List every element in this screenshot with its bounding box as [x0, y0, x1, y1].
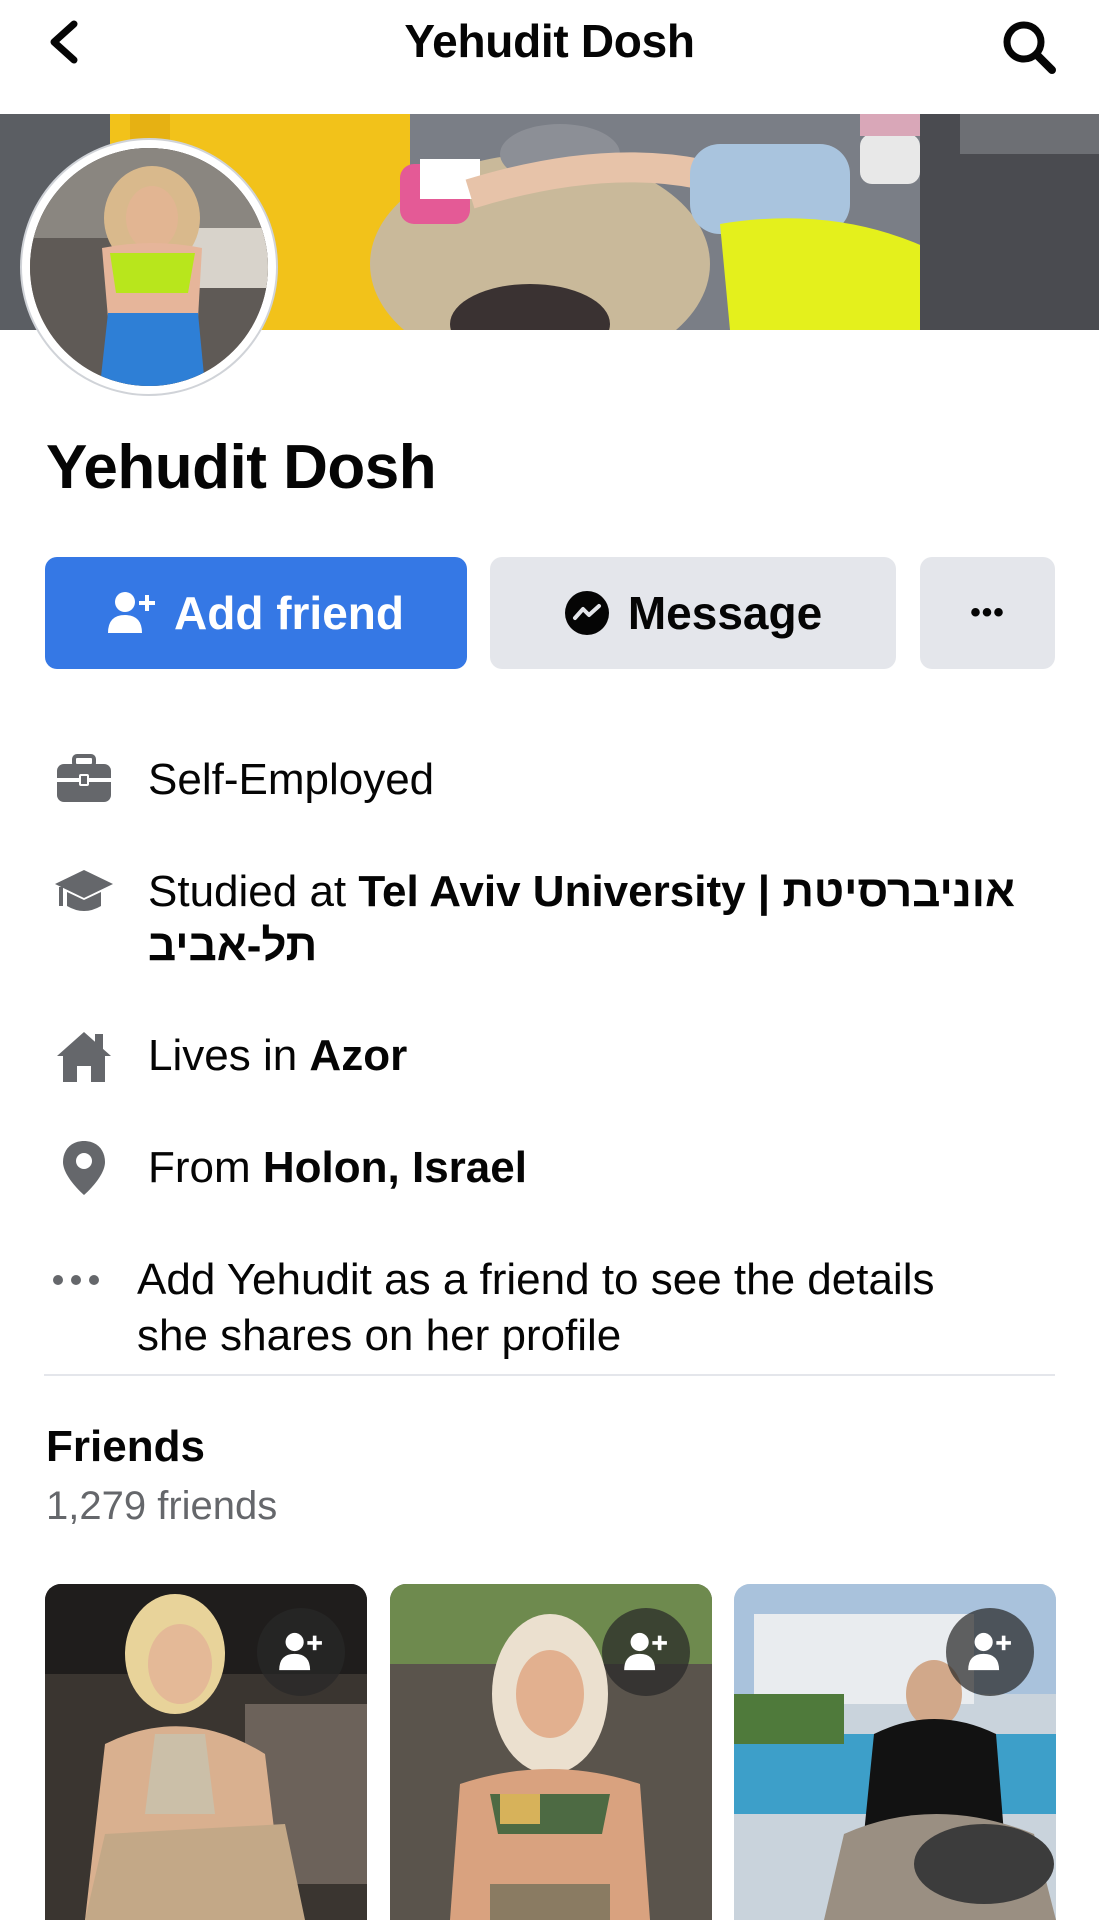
location-pin-icon	[52, 1136, 116, 1200]
add-friend-icon[interactable]	[602, 1608, 690, 1696]
from-prefix: From	[148, 1143, 263, 1192]
lives-prefix: Lives in	[148, 1031, 310, 1080]
work-text: Self-Employed	[148, 755, 435, 804]
message-button[interactable]: Message	[490, 557, 896, 669]
message-label: Message	[627, 587, 823, 639]
from-place-link[interactable]: Holon, Israel	[263, 1143, 527, 1192]
more-dots-icon: •••	[970, 596, 1005, 629]
profile-page: Yehudit Dosh Yehudit Dosh Add friend Mes…	[0, 0, 1099, 1920]
intro-from-row: From Holon, Israel	[0, 1136, 1099, 1200]
friends-section-title: Friends	[46, 1422, 205, 1471]
graduation-cap-icon	[52, 860, 116, 924]
add-friend-button[interactable]: Add friend	[45, 557, 467, 669]
top-navigation-bar: Yehudit Dosh	[0, 0, 1099, 114]
briefcase-icon	[52, 748, 116, 812]
intro-more-row: Add Yehudit as a friend to see the detai…	[0, 1252, 1099, 1364]
education-prefix: Studied at	[148, 867, 359, 916]
more-dots-icon	[44, 1248, 108, 1312]
more-options-button[interactable]: •••	[920, 557, 1055, 669]
add-friend-icon[interactable]	[946, 1608, 1034, 1696]
intro-lives-row: Lives in Azor	[0, 1024, 1099, 1088]
more-info-line2: she shares on her profile	[137, 1311, 622, 1360]
friends-count: 1,279 friends	[46, 1484, 278, 1528]
search-icon[interactable]	[1000, 18, 1058, 76]
add-friend-icon[interactable]	[257, 1608, 345, 1696]
lives-place-link[interactable]: Azor	[309, 1031, 407, 1080]
add-friend-label: Add friend	[174, 587, 404, 639]
friend-tile[interactable]	[45, 1584, 367, 1920]
friend-tile[interactable]	[734, 1584, 1056, 1920]
page-title: Yehudit Dosh	[404, 15, 695, 67]
intro-work-row: Self-Employed	[0, 748, 1099, 812]
more-info-line1: Add Yehudit as a friend to see the detai…	[137, 1255, 935, 1304]
friend-tile[interactable]	[390, 1584, 712, 1920]
add-friend-icon	[108, 591, 156, 635]
home-icon	[52, 1024, 116, 1088]
profile-name: Yehudit Dosh	[46, 433, 437, 502]
education-school-line2[interactable]: תל-אביב	[148, 921, 317, 970]
section-divider	[44, 1374, 1055, 1376]
intro-education-row: Studied at Tel Aviv University | אוניברס…	[0, 860, 1099, 980]
messenger-icon	[564, 590, 610, 636]
education-school-link[interactable]: Tel Aviv University | אוניברסיטת	[358, 867, 1015, 916]
profile-avatar[interactable]	[22, 140, 276, 394]
